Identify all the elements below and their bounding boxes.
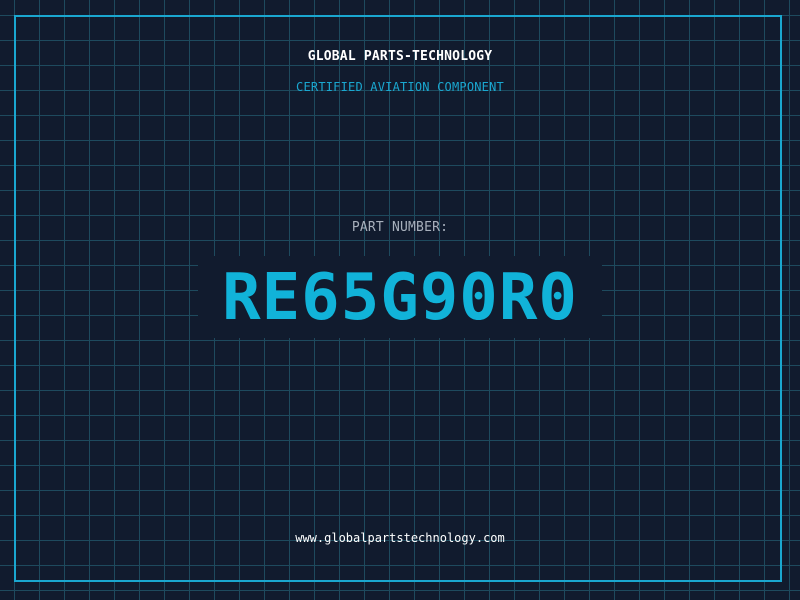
website-url: www.globalpartstechnology.com xyxy=(295,531,505,545)
part-label-card: GLOBAL PARTS-TECHNOLOGY CERTIFIED AVIATI… xyxy=(0,0,800,600)
company-name: GLOBAL PARTS-TECHNOLOGY xyxy=(307,49,493,64)
part-number-value: RE65G90R0 xyxy=(222,261,578,335)
part-number-label: PART NUMBER: xyxy=(351,220,449,235)
certification-subtitle: CERTIFIED AVIATION COMPONENT xyxy=(296,80,504,94)
